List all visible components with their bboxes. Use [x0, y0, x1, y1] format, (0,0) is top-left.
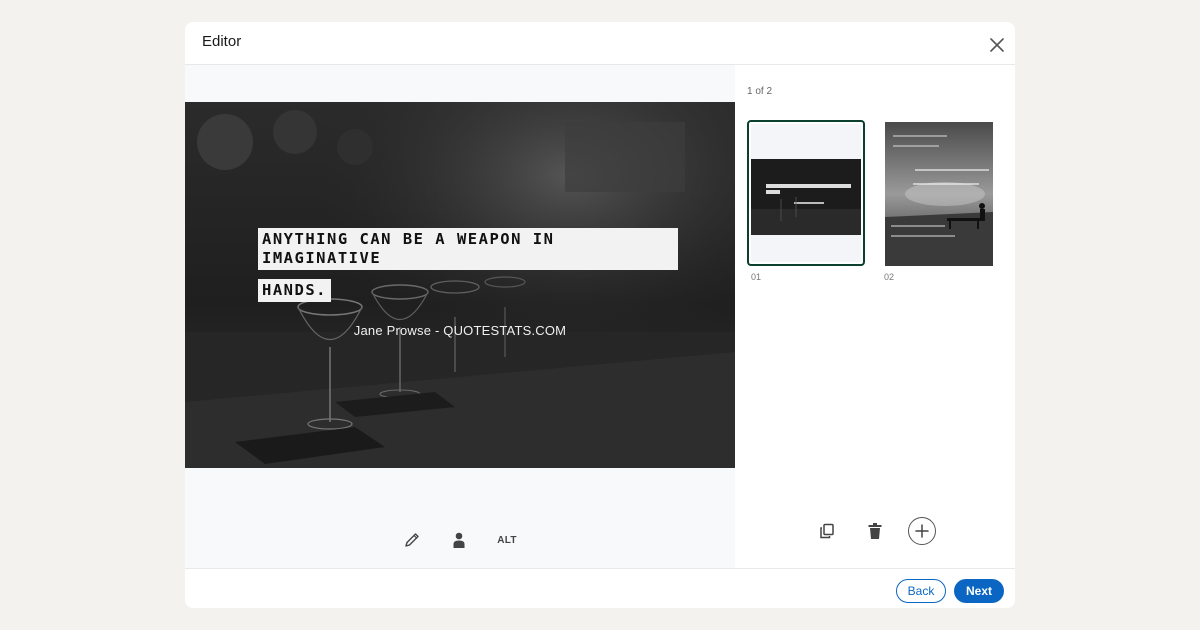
pages-panel: 1 of 2 01 02 [735, 70, 1015, 564]
quote-author: Jane Prowse - QUOTESTATS.COM [353, 323, 567, 338]
trash-icon [868, 523, 882, 539]
page-count: 1 of 2 [747, 86, 773, 97]
thumbnail-2-label: 02 [884, 272, 895, 282]
tag-people-button[interactable] [449, 525, 469, 555]
close-button[interactable] [985, 33, 1009, 57]
preview-image: ANYTHING CAN BE A WEAPON IN IMAGINATIVE … [185, 102, 735, 468]
editor-modal: Editor ANYTHING CAN BE A WEAPON IN IMAGI… [185, 22, 1015, 608]
editor-canvas-area: ANYTHING CAN BE A WEAPON IN IMAGINATIVE … [185, 65, 735, 568]
add-page-button[interactable] [907, 514, 937, 548]
pencil-icon [405, 533, 419, 547]
back-button[interactable]: Back [896, 579, 946, 603]
person-icon [453, 532, 465, 548]
modal-title: Editor [202, 33, 242, 50]
thumbnail-1[interactable] [747, 120, 865, 266]
next-button[interactable]: Next [954, 579, 1004, 603]
pages-toolbar [735, 514, 1015, 548]
delete-button[interactable] [863, 514, 887, 548]
quote-line-2: HANDS. [258, 279, 331, 302]
thumbnail-1-label: 01 [751, 272, 762, 282]
thumbnail-2[interactable] [885, 122, 993, 266]
quote-text: ANYTHING CAN BE A WEAPON IN IMAGINATIVE … [258, 228, 678, 311]
quote-line-1: ANYTHING CAN BE A WEAPON IN IMAGINATIVE [258, 228, 678, 270]
duplicate-icon [820, 523, 834, 539]
add-icon [915, 524, 929, 538]
close-icon [990, 38, 1004, 52]
thumbnail-2-image [885, 122, 993, 266]
alt-text-button[interactable]: ALT [494, 525, 520, 555]
editor-toolbar: ALT [185, 525, 735, 555]
modal-header: Editor [185, 22, 1015, 65]
modal-footer: Back Next [185, 568, 1015, 608]
thumbnail-1-image [751, 159, 861, 235]
edit-button[interactable] [401, 525, 423, 555]
duplicate-button[interactable] [815, 514, 839, 548]
